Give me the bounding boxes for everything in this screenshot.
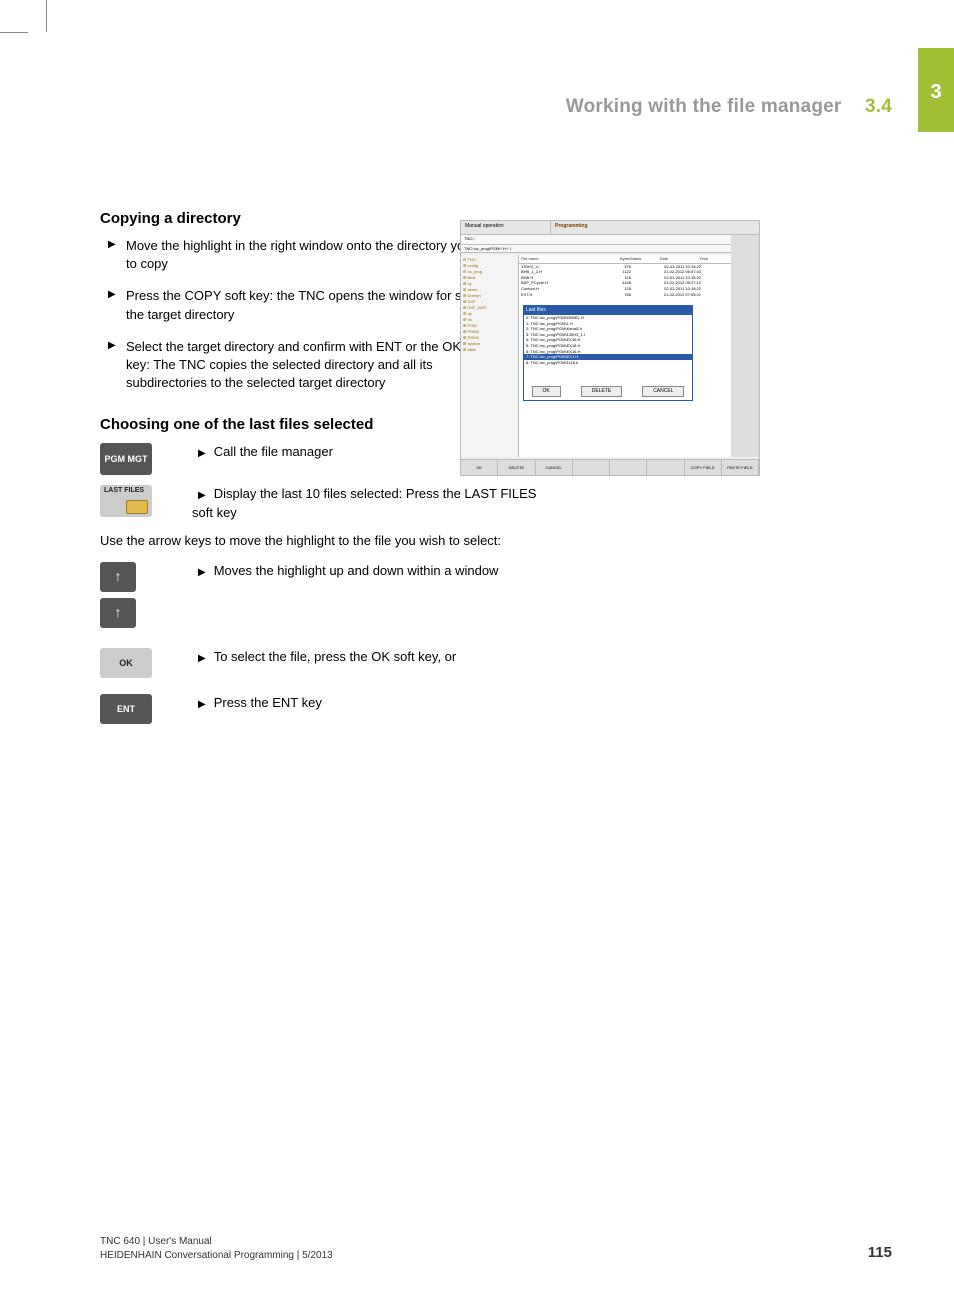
page-number: 115	[868, 1242, 892, 1263]
ss-sk-ok[interactable]: OK	[461, 460, 498, 475]
chapter-tab: 3	[918, 48, 954, 132]
ss-filter: TNC:\nc_prog\PGM\*.H;*.I	[461, 245, 759, 253]
ss-sidebar	[731, 235, 759, 457]
step: Select the target directory and confirm …	[100, 338, 510, 393]
ss-path: TNC:\	[461, 235, 759, 245]
ss-popup-ok[interactable]: OK	[532, 386, 561, 397]
page-footer: TNC 640 | User's Manual HEIDENHAIN Conve…	[100, 1235, 892, 1263]
step: Move the highlight in the right window o…	[100, 237, 510, 273]
ss-mode-manual: Manual operation	[461, 221, 551, 234]
ss-sk-paste[interactable]: PASTE FIELD	[722, 460, 759, 475]
ss-sk-cancel[interactable]: CANCEL	[536, 460, 573, 475]
ss-popup-title: Last files	[524, 306, 692, 315]
section-title: Working with the file manager	[566, 96, 842, 117]
ss-last-files-popup: Last files 0: TNC:\nc_prog\PGM\HEBEL.H 1…	[523, 305, 693, 401]
section-number: 3.4	[865, 96, 892, 117]
ss-sk-copy[interactable]: COPY FIELD	[685, 460, 722, 475]
instruction-text: Use the arrow keys to move the highlight…	[100, 532, 550, 550]
ss-popup-delete[interactable]: DELETE	[581, 386, 622, 397]
step: To select the file, press the OK soft ke…	[192, 649, 456, 664]
footer-line2: HEIDENHAIN Conversational Programming | …	[100, 1249, 333, 1263]
chapter-number: 3	[918, 48, 954, 106]
step: Press the COPY soft key: the TNC opens t…	[100, 287, 510, 323]
crop-mark	[46, 0, 47, 32]
ent-key[interactable]: ENT	[100, 694, 152, 724]
last-files-softkey[interactable]: LAST FILES	[100, 485, 152, 517]
folder-icon	[126, 500, 148, 514]
ss-softkey-row: OK DELETE CANCEL COPY FIELD PASTE FIELD	[461, 459, 759, 475]
screenshot-file-manager: Manual operation Programming TNC:\ TNC:\…	[460, 220, 760, 476]
step: Call the file manager	[192, 444, 333, 459]
pgm-mgt-key[interactable]: PGM MGT	[100, 443, 152, 475]
arrow-down-key[interactable]: ↑	[100, 598, 136, 628]
ss-tree: ⊟ TNC: ⊞ config ⊟ nc_prog ⊞ Best ⊞ cy ⊞ …	[461, 255, 519, 457]
running-head: Working with the file manager 3.4	[100, 94, 892, 121]
step: Moves the highlight up and down within a…	[192, 563, 498, 578]
crop-mark	[0, 32, 28, 33]
step: Press the ENT key	[192, 695, 322, 710]
step: Display the last 10 files selected: Pres…	[192, 486, 536, 519]
arrow-up-key[interactable]: ↑	[100, 562, 136, 592]
arrow-up-icon: ↑	[115, 567, 122, 587]
ok-softkey[interactable]: OK	[100, 648, 152, 678]
ss-popup-cancel[interactable]: CANCEL	[642, 386, 684, 397]
footer-line1: TNC 640 | User's Manual	[100, 1235, 333, 1249]
arrow-up-icon: ↑	[115, 603, 122, 623]
ss-mode-programming: Programming	[551, 221, 592, 234]
ss-sk-delete[interactable]: DELETE	[498, 460, 535, 475]
